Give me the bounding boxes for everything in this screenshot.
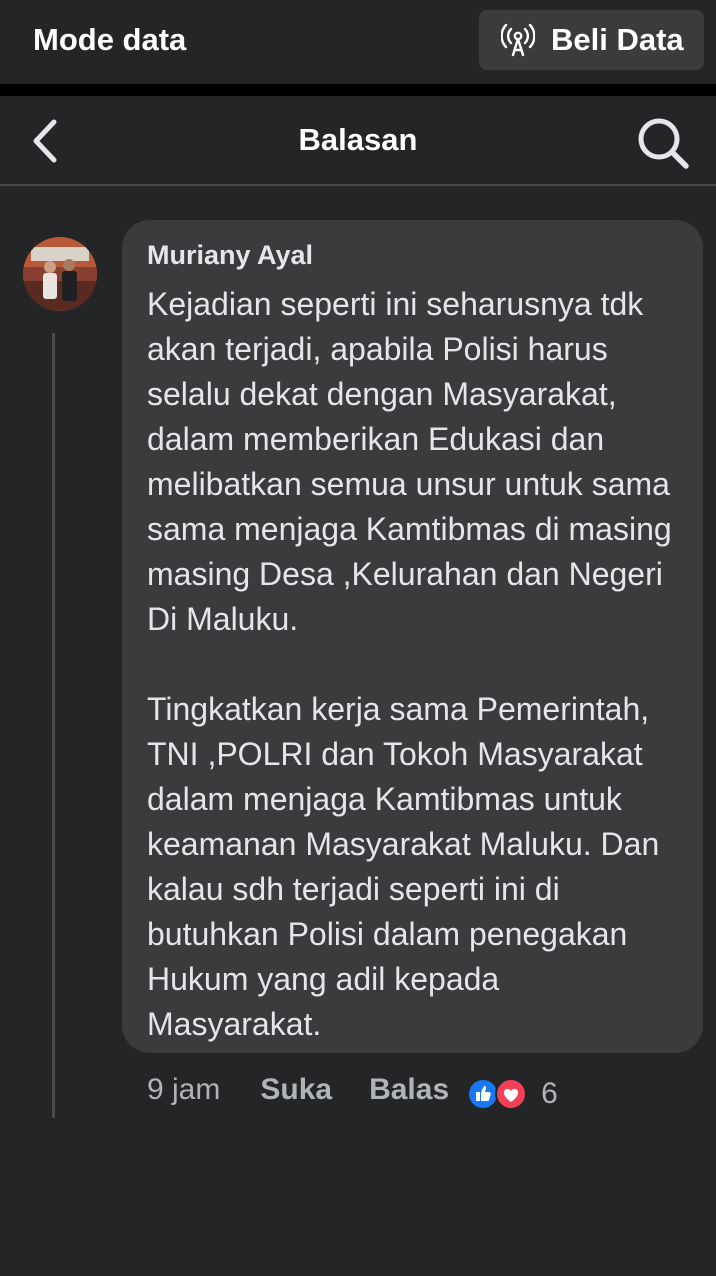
- avatar-photo: [23, 237, 97, 311]
- love-icon: [495, 1078, 528, 1110]
- comment-author[interactable]: Muriany Ayal: [147, 240, 679, 270]
- page-title: Balasan: [298, 122, 418, 157]
- data-mode-label: Mode data: [33, 22, 187, 57]
- page-header: Balasan: [0, 96, 716, 186]
- comment-actions: 9 jam Suka Balas 6: [147, 1068, 558, 1112]
- reply-button[interactable]: Balas: [369, 1073, 449, 1107]
- buy-data-label: Beli Data: [551, 22, 684, 57]
- avatar[interactable]: [23, 237, 97, 311]
- comment-bubble[interactable]: Muriany Ayal Kejadian seperti ini seharu…: [122, 220, 703, 1053]
- divider: [0, 84, 716, 96]
- thread-line: [52, 333, 55, 1118]
- comment-text: Kejadian seperti ini seharusnya tdk akan…: [147, 286, 672, 1042]
- reactions[interactable]: [467, 1078, 529, 1110]
- data-mode-bar: Mode data Beli Data: [0, 0, 716, 84]
- comment-timestamp: 9 jam: [147, 1073, 221, 1106]
- antenna-icon: [501, 23, 535, 57]
- reaction-count[interactable]: 6: [541, 1077, 558, 1111]
- like-button[interactable]: Suka: [260, 1073, 332, 1107]
- search-icon[interactable]: [636, 116, 690, 170]
- buy-data-button[interactable]: Beli Data: [479, 10, 704, 70]
